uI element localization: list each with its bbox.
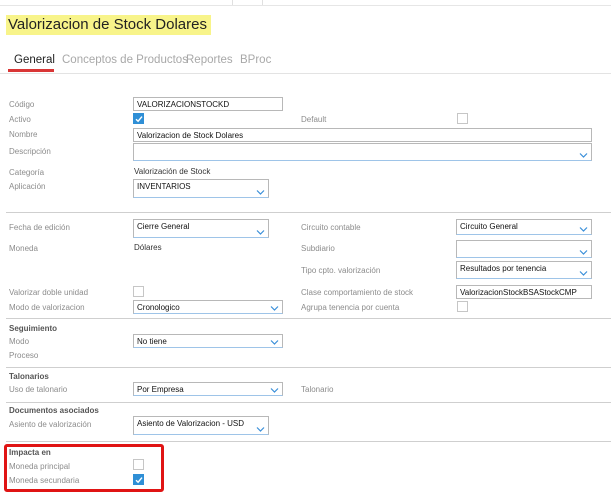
proceso-label: Proceso [9,351,39,360]
chevron-down-icon [579,153,588,158]
section-divider [6,441,611,442]
tipo-cpto-select[interactable]: Resultados por tenencia [456,261,592,279]
checkmark-icon [135,116,143,123]
tab-bproc[interactable]: BProc [240,54,271,66]
chevron-down-icon [579,271,588,276]
activo-checkbox[interactable] [133,113,144,124]
tab-conceptos-de-productos[interactable]: Conceptos de Productos [62,54,188,66]
tab-general[interactable]: General [14,54,55,66]
section-divider [6,367,611,368]
agrupa-tenencia-checkbox[interactable] [457,301,468,312]
default-label: Default [301,115,327,124]
active-tab-indicator [8,69,54,72]
clase-comportamiento-label: Clase comportamiento de stock [301,288,414,297]
agrupa-tenencia-label: Agrupa tenencia por cuenta [301,303,400,312]
section-divider [6,212,611,213]
fecha-edicion-label: Fecha de edición [9,223,70,232]
categoria-label: Categoría [9,168,45,177]
chevron-down-icon [579,250,588,255]
nombre-field[interactable]: Valorizacion de Stock Dolares [133,128,592,142]
modo-valorizacion-select[interactable]: Cronologico [133,300,283,314]
descripcion-label: Descripción [9,147,51,156]
page-title: Valorizacion de Stock Dolares [6,15,211,35]
documentos-heading: Documentos asociados [9,406,99,415]
seguimiento-heading: Seguimiento [9,324,58,333]
aplicacion-label: Aplicación [9,182,46,191]
categoria-value: Valorización de Stock [134,167,211,176]
moneda-label: Moneda [9,244,38,253]
chevron-down-icon [270,388,279,393]
subdiario-select[interactable] [456,240,592,258]
tab-reportes[interactable]: Reportes [186,54,233,66]
uso-talonario-select[interactable]: Por Empresa [133,382,283,396]
codigo-label: Código [9,100,35,109]
uso-talonario-label: Uso de talonario [9,385,68,394]
top-separator [232,0,233,5]
talonario-label: Talonario [301,385,334,394]
clase-comportamiento-field[interactable]: ValorizacionStockBSAStockCMP [456,285,592,299]
impacta-highlight-box [4,444,164,492]
default-checkbox[interactable] [457,113,468,124]
asiento-valorizacion-label: Asiento de valorización [9,420,92,429]
tabs-divider [0,73,611,74]
seguimiento-modo-select[interactable]: No tiene [133,334,283,348]
chevron-down-icon [256,230,265,235]
chevron-down-icon [256,427,265,432]
section-divider [6,318,611,319]
modo-valorizacion-label: Modo de valorizacion [9,303,85,312]
subdiario-label: Subdiario [301,244,335,253]
tipo-cpto-label: Tipo cpto. valorización [301,266,381,275]
seguimiento-modo-label: Modo [9,337,30,346]
valorizar-doble-checkbox[interactable] [133,286,144,297]
chevron-down-icon [256,190,265,195]
top-strip [0,0,611,6]
circuito-contable-label: Circuito contable [301,223,361,232]
circuito-contable-select[interactable]: Circuito General [456,219,592,235]
chevron-down-icon [579,227,588,232]
activo-label: Activo [9,115,31,124]
top-separator [262,0,263,5]
section-divider [6,402,611,403]
descripcion-select[interactable] [133,143,592,161]
moneda-value: Dólares [134,243,162,252]
talonarios-heading: Talonarios [9,372,49,381]
nombre-label: Nombre [9,130,38,139]
valorizar-doble-label: Valorizar doble unidad [9,288,89,297]
chevron-down-icon [270,306,279,311]
asiento-valorizacion-select[interactable]: Asiento de Valorizacion - USD [133,416,269,435]
codigo-field[interactable]: VALORIZACIONSTOCKD [133,97,283,111]
fecha-edicion-select[interactable]: Cierre General [133,219,269,238]
chevron-down-icon [270,340,279,345]
aplicacion-select[interactable]: INVENTARIOS [133,179,269,198]
